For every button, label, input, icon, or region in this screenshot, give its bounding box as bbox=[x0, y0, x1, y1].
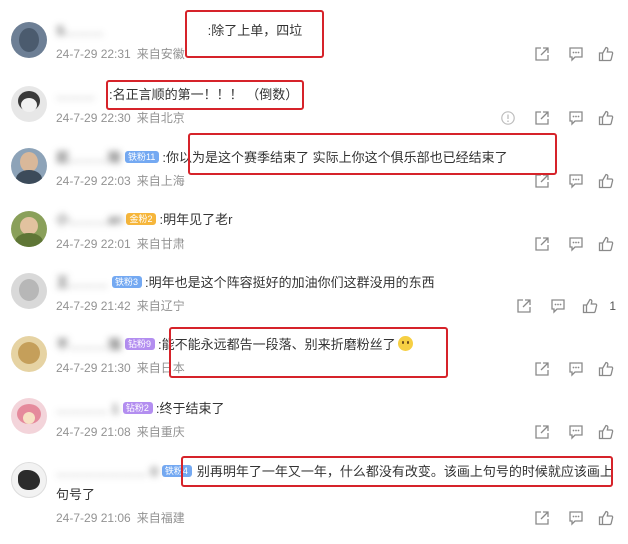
comment-line: 小………an 金粉2:明年见了老r bbox=[56, 211, 232, 229]
username[interactable]: S……… bbox=[56, 22, 104, 40]
comment-icon[interactable] bbox=[568, 361, 584, 377]
comment-date: 24-7-29 21:30 bbox=[56, 361, 131, 375]
comment-icon[interactable] bbox=[550, 298, 566, 314]
comment-text-continued: 句号了 bbox=[56, 487, 96, 502]
username[interactable]: 王……… bbox=[56, 274, 108, 292]
comment-icon[interactable] bbox=[568, 46, 584, 62]
thumbs-up-icon[interactable] bbox=[598, 424, 614, 440]
comment-icon[interactable] bbox=[568, 236, 584, 252]
comment-location: 来自安徽 bbox=[136, 47, 185, 61]
report-icon[interactable] bbox=[500, 110, 516, 126]
comment-date: 24-7-29 21:42 bbox=[56, 299, 131, 313]
highlight-box bbox=[185, 10, 324, 58]
comment-location: 来自重庆 bbox=[136, 425, 185, 439]
username[interactable]: 屁………陵 bbox=[56, 149, 121, 167]
comment-location: 来自上海 bbox=[136, 174, 185, 188]
action-bar bbox=[494, 510, 614, 528]
comment-date: 24-7-29 21:06 bbox=[56, 511, 131, 525]
username[interactable]: ………… 1 bbox=[56, 400, 119, 418]
comment-meta: 24-7-29 22:03 来自上海 bbox=[56, 173, 185, 189]
avatar[interactable] bbox=[11, 148, 47, 184]
share-icon[interactable] bbox=[534, 361, 550, 377]
highlight-box bbox=[181, 456, 613, 487]
comment-icon[interactable] bbox=[568, 173, 584, 189]
avatar[interactable] bbox=[11, 462, 47, 498]
comment-date: 24-7-29 22:30 bbox=[56, 111, 131, 125]
comment-date: 24-7-29 22:03 bbox=[56, 174, 131, 188]
comment-date: 24-7-29 22:01 bbox=[56, 237, 131, 251]
thumbs-up-icon[interactable] bbox=[598, 173, 614, 189]
share-icon[interactable] bbox=[534, 510, 550, 526]
comment-location: 来自辽宁 bbox=[136, 299, 185, 313]
avatar[interactable] bbox=[11, 398, 47, 434]
thumbs-up-icon[interactable] bbox=[598, 236, 614, 252]
comment-meta: 24-7-29 21:30 来自日本 bbox=[56, 360, 185, 376]
share-icon[interactable] bbox=[534, 424, 550, 440]
thumbs-up-icon[interactable] bbox=[582, 298, 598, 314]
comment-icon[interactable] bbox=[568, 110, 584, 126]
action-bar bbox=[494, 46, 614, 64]
comment-location: 来自福建 bbox=[136, 511, 185, 525]
thumbs-up-icon[interactable] bbox=[598, 510, 614, 526]
like-count: 1 bbox=[609, 299, 616, 313]
comment-text: :终于结束了 bbox=[155, 401, 225, 416]
comment-text: :明年见了老r bbox=[159, 212, 233, 227]
action-bar bbox=[494, 173, 614, 191]
comment-meta: 24-7-29 21:08 来自重庆 bbox=[56, 424, 185, 440]
comment-meta: 24-7-29 22:31 来自安徽 bbox=[56, 46, 185, 62]
share-icon[interactable] bbox=[534, 236, 550, 252]
thumbs-up-icon[interactable] bbox=[598, 46, 614, 62]
comment-text: :明年也是这个阵容挺好的加油你们这群没用的东西 bbox=[145, 275, 435, 290]
share-icon[interactable] bbox=[534, 110, 550, 126]
fan-level-badge: 铁粉11 bbox=[125, 151, 160, 163]
comment-meta: 24-7-29 22:01 来自甘肃 bbox=[56, 236, 185, 252]
thumbs-up-icon[interactable] bbox=[598, 110, 614, 126]
username[interactable]: ……… bbox=[56, 86, 95, 104]
action-bar bbox=[494, 236, 614, 254]
comment-location: 来自甘肃 bbox=[136, 237, 185, 251]
share-icon[interactable] bbox=[534, 173, 550, 189]
comment-location: 来自北京 bbox=[136, 111, 185, 125]
username[interactable]: 小………an bbox=[56, 211, 122, 229]
fan-level-badge: 钻粉9 bbox=[125, 338, 156, 350]
thumbs-up-icon[interactable] bbox=[598, 361, 614, 377]
highlight-box bbox=[169, 327, 448, 378]
avatar[interactable] bbox=[11, 211, 47, 247]
comment-meta: 24-7-29 21:42 来自辽宁 bbox=[56, 298, 185, 314]
avatar[interactable] bbox=[11, 336, 47, 372]
comment-icon[interactable] bbox=[568, 510, 584, 526]
username[interactable]: ………………… 0 bbox=[56, 463, 158, 481]
avatar[interactable] bbox=[11, 22, 47, 58]
action-bar bbox=[494, 361, 614, 379]
avatar[interactable] bbox=[11, 86, 47, 122]
comment-icon[interactable] bbox=[568, 424, 584, 440]
comment-meta: 24-7-29 22:30 来自北京 bbox=[56, 110, 185, 126]
comment-date: 24-7-29 22:31 bbox=[56, 47, 131, 61]
action-bar: 1 bbox=[494, 298, 616, 316]
fan-level-badge: 金粉2 bbox=[126, 213, 157, 225]
share-icon[interactable] bbox=[534, 46, 550, 62]
avatar[interactable] bbox=[11, 273, 47, 309]
fan-level-badge: 钻粉2 bbox=[122, 402, 153, 414]
comment-line: 王……… 铁粉3:明年也是这个阵容挺好的加油你们这群没用的东西 bbox=[56, 274, 435, 292]
highlight-box bbox=[106, 80, 304, 110]
comment-meta: 24-7-29 21:06 来自福建 bbox=[56, 510, 185, 526]
share-icon[interactable] bbox=[516, 298, 532, 314]
username[interactable]: 不………强 bbox=[56, 336, 121, 354]
comment-line: ………… 1 钻粉2:终于结束了 bbox=[56, 400, 224, 418]
comment-date: 24-7-29 21:08 bbox=[56, 425, 131, 439]
action-bar bbox=[494, 424, 614, 442]
fan-level-badge: 铁粉3 bbox=[112, 276, 143, 288]
action-bar bbox=[494, 110, 614, 128]
highlight-box bbox=[188, 133, 557, 175]
